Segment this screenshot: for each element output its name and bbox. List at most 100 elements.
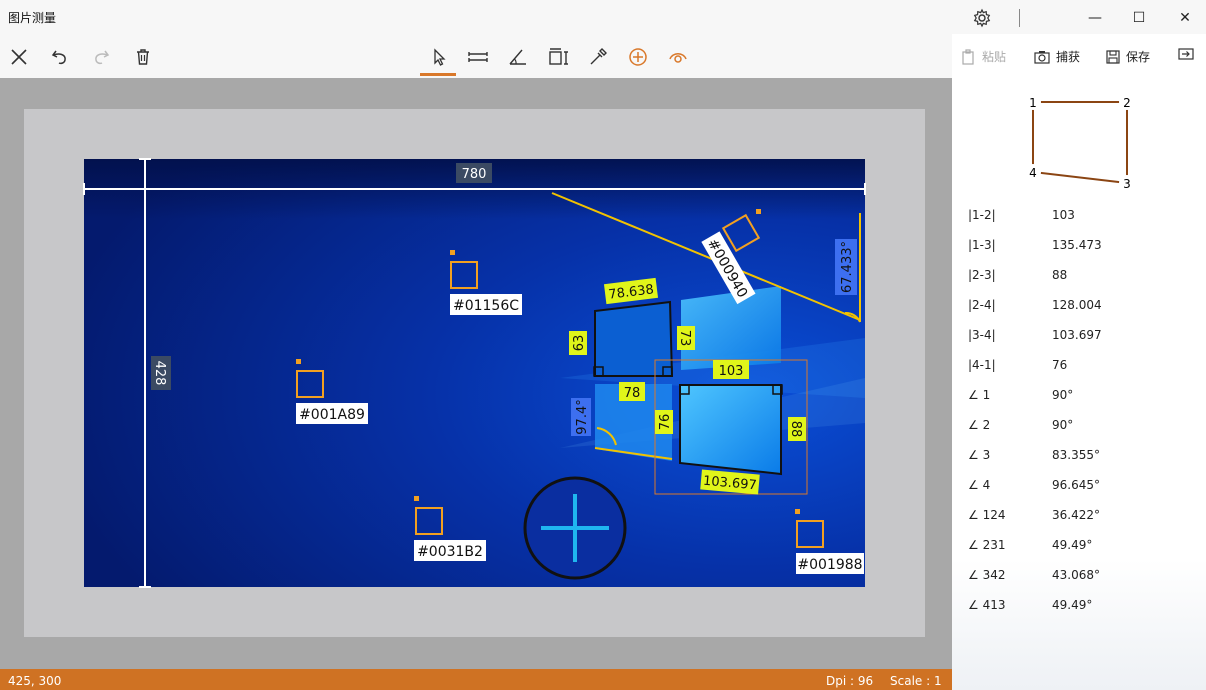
logo-pane-top-right: [681, 286, 781, 370]
measurement-key: |3-4|: [968, 328, 996, 342]
eyedropper-icon[interactable]: [583, 42, 613, 72]
length-label-text: 103: [719, 364, 744, 379]
height-label: 428: [152, 361, 167, 386]
point-4-label: 4: [1029, 166, 1037, 180]
point-3-label: 3: [1123, 177, 1131, 191]
close-icon[interactable]: [4, 42, 34, 72]
save-button[interactable]: 保存: [1106, 48, 1150, 65]
logo-pane-bottom-right: [679, 384, 782, 476]
measurement-value: 90°: [1052, 388, 1074, 402]
exit-icon: [1178, 48, 1194, 60]
measurement-key: ∠ 3: [968, 448, 991, 462]
canvas-svg[interactable]: 780 428 #01156C #001A89 #0031B2 #001988 …: [0, 78, 952, 669]
undo-icon[interactable]: [45, 42, 75, 72]
quad-outline: [1032, 101, 1128, 185]
measurement-key: ∠ 231: [968, 538, 1006, 552]
exit-panel-button[interactable]: [1178, 48, 1194, 60]
minimize-button[interactable]: —: [1080, 4, 1110, 32]
eye-icon[interactable]: [663, 42, 693, 72]
redo-icon[interactable]: [86, 42, 116, 72]
measurement-value: 49.49°: [1052, 598, 1093, 612]
length-label: 73: [677, 326, 695, 350]
ruler-icon[interactable]: [463, 42, 493, 72]
paste-button[interactable]: 粘贴: [962, 48, 1006, 65]
capture-label: 捕获: [1056, 50, 1081, 64]
measurement-key: |4-1|: [968, 358, 996, 372]
measurement-value: 103: [1052, 208, 1075, 222]
measurement-key: ∠ 342: [968, 568, 1006, 582]
width-label: 780: [462, 167, 487, 182]
measurement-key: ∠ 2: [968, 418, 991, 432]
length-label: 76: [655, 410, 673, 434]
delete-icon[interactable]: [128, 42, 158, 72]
color-label: #0031B2: [417, 544, 483, 560]
measurement-key: ∠ 124: [968, 508, 1006, 522]
maximize-icon: ☐: [1132, 10, 1146, 26]
settings-gear-icon[interactable]: [968, 4, 996, 32]
close-window-icon: ✕: [1179, 10, 1191, 26]
cursor-coords: 425, 300: [8, 674, 62, 688]
dpi-readout: Dpi : 96: [826, 674, 874, 688]
color-sample-dot: [414, 496, 419, 501]
measurement-value: 135.473: [1052, 238, 1102, 252]
save-label: 保存: [1126, 50, 1151, 64]
length-label-text: 63: [572, 335, 587, 352]
quad-diagram: 1 2 3 4: [1025, 94, 1135, 191]
measurement-key: ∠ 1: [968, 388, 991, 402]
measurement-value: 43.068°: [1052, 568, 1100, 582]
save-icon: [1106, 49, 1120, 64]
color-sample-dot: [296, 359, 301, 364]
canvas-area[interactable]: 780 428 #01156C #001A89 #0031B2 #001988 …: [0, 78, 952, 669]
paste-icon: [962, 48, 974, 65]
length-label-text: 88: [788, 421, 803, 438]
angle-label: 67.433°: [840, 241, 855, 293]
scale-readout: Scale : 1: [890, 674, 942, 688]
measurement-value: 128.004: [1052, 298, 1102, 312]
toolbar: [0, 34, 952, 78]
status-bar: 425, 300 Dpi : 96 Scale : 1: [0, 669, 952, 690]
measurement-value: 88: [1052, 268, 1068, 282]
measurement-value: 76: [1052, 358, 1068, 372]
color-sample-dot: [450, 250, 455, 255]
measurement-value: 49.49°: [1052, 538, 1093, 552]
rect-measure-icon[interactable]: [543, 42, 573, 72]
measurement-key: |1-2|: [968, 208, 996, 222]
angle-label: 97.4°: [575, 399, 590, 434]
measurement-key: |1-3|: [968, 238, 996, 252]
close-window-button[interactable]: ✕: [1170, 4, 1200, 32]
camera-icon: [1034, 50, 1050, 64]
color-label: #01156C: [453, 298, 519, 314]
action-bar: 粘贴 捕获 保存: [952, 34, 1206, 78]
logo-pane-top-left: [594, 300, 674, 377]
title-divider: [1019, 9, 1020, 27]
right-panel: 粘贴 捕获 保存 1 2 3 4 |1-2| 103 |1-3| 135.473 |2-…: [952, 34, 1206, 690]
capture-button[interactable]: 捕获: [1034, 48, 1080, 65]
color-sample-dot: [795, 509, 800, 514]
length-label-text: 78: [624, 386, 641, 401]
point-1-label: 1: [1029, 96, 1037, 110]
angle-icon[interactable]: [503, 42, 533, 72]
maximize-button[interactable]: ☐: [1124, 4, 1154, 32]
pointer-icon[interactable]: [424, 42, 454, 72]
color-sample-dot: [756, 209, 761, 214]
measurement-value: 83.355°: [1052, 448, 1100, 462]
length-label-text: 73: [677, 330, 692, 347]
color-label: #001A89: [299, 407, 365, 423]
paste-label: 粘贴: [982, 50, 1007, 64]
angle-label-97: 97.4°: [571, 398, 591, 436]
length-label: 78: [619, 382, 645, 401]
measurement-value: 36.422°: [1052, 508, 1100, 522]
length-label: 103: [713, 360, 749, 379]
title-bar: 图片测量 — ☐ ✕: [0, 0, 1206, 34]
height-label-group: 428: [151, 356, 171, 390]
measurement-key: ∠ 4: [968, 478, 991, 492]
angle-label-67: 67.433°: [835, 239, 857, 295]
measurement-key: ∠ 413: [968, 598, 1006, 612]
point-2-label: 2: [1123, 96, 1131, 110]
magnifier-crosshair[interactable]: [523, 476, 627, 580]
measurement-value: 103.697: [1052, 328, 1102, 342]
selected-tool-indicator: [420, 73, 456, 76]
minimize-icon: —: [1088, 10, 1102, 26]
measurement-key: |2-3|: [968, 268, 996, 282]
add-point-icon[interactable]: [623, 42, 653, 72]
